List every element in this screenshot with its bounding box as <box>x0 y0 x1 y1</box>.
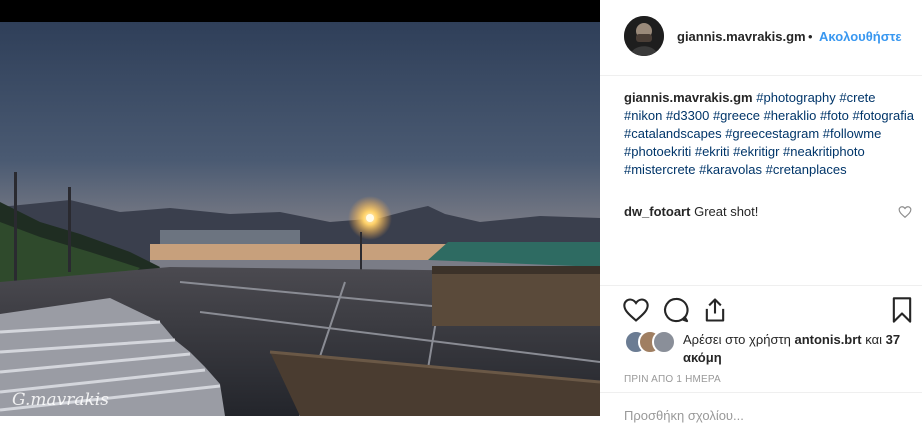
photo-watermark: G.mavrakis <box>12 390 109 410</box>
hashtag-link[interactable]: #cretanplaces <box>766 162 847 177</box>
comment-username-link[interactable]: dw_fotoart <box>624 204 690 219</box>
header-username-link[interactable]: giannis.mavrakis.gm <box>677 29 806 44</box>
likes-summary: Αρέσει στο χρήστη antonis.brt και 37 ακό… <box>624 330 914 366</box>
sunset-photo <box>0 22 600 416</box>
comment-like-heart-icon[interactable] <box>898 205 912 219</box>
hashtag-link[interactable]: #greecestagram <box>725 126 819 141</box>
follow-button[interactable]: Ακολουθήστε <box>819 29 902 44</box>
avatar-portrait-icon <box>624 16 664 56</box>
comment-divider <box>600 392 922 393</box>
avatar[interactable] <box>624 16 664 56</box>
hashtag-link[interactable]: #photography <box>756 90 836 105</box>
hashtag-link[interactable]: #crete <box>839 90 875 105</box>
likes-prefix: Αρέσει στο χρήστη <box>683 332 791 347</box>
share-icon[interactable] <box>701 296 729 324</box>
bookmark-icon[interactable] <box>888 296 916 324</box>
post-caption: giannis.mavrakis.gm #photography #crete … <box>624 89 914 179</box>
top-black-bar <box>0 0 600 22</box>
hashtag-link[interactable]: #followme <box>823 126 882 141</box>
hashtag-link[interactable]: #foto <box>820 108 849 123</box>
post-actions <box>600 285 922 334</box>
hashtag-link[interactable]: #photoekriti <box>624 144 691 159</box>
heart-icon[interactable] <box>622 296 650 324</box>
caption-username-link[interactable]: giannis.mavrakis.gm <box>624 90 753 105</box>
hashtag-link[interactable]: #greece <box>713 108 760 123</box>
hashtag-link[interactable]: #karavolas <box>699 162 762 177</box>
liker-username-link[interactable]: antonis.brt <box>794 332 861 347</box>
post-photo[interactable]: G.mavrakis <box>0 22 600 416</box>
post-header: giannis.mavrakis.gm • Ακολουθήστε <box>600 0 922 76</box>
hashtag-link[interactable]: #fotografia <box>853 108 914 123</box>
hashtag-link[interactable]: #neakritiphoto <box>783 144 865 159</box>
likes-suffix: και <box>865 332 883 347</box>
post-sidebar: giannis.mavrakis.gm • Ακολουθήστε gianni… <box>600 0 922 423</box>
header-separator: • <box>808 29 813 44</box>
hashtag-link[interactable]: #mistercrete <box>624 162 696 177</box>
hashtag-link[interactable]: #nikon <box>624 108 662 123</box>
hashtag-link[interactable]: #ekritigr <box>733 144 779 159</box>
hashtag-link[interactable]: #catalandscapes <box>624 126 722 141</box>
post-timestamp[interactable]: ΠΡΙΝ ΑΠΟ 1 ΗΜΕΡΑ <box>624 374 721 385</box>
comment-text: Great shot! <box>694 204 759 219</box>
hashtag-link[interactable]: #ekriti <box>695 144 730 159</box>
hashtag-link[interactable]: #heraklio <box>764 108 817 123</box>
likes-text: Αρέσει στο χρήστη antonis.brt και 37 ακό… <box>683 331 918 367</box>
hashtag-link[interactable]: #d3300 <box>666 108 709 123</box>
comment-item: dw_fotoart Great shot! <box>624 203 894 221</box>
comment-icon[interactable] <box>662 296 690 324</box>
liker-avatar[interactable] <box>652 330 676 354</box>
